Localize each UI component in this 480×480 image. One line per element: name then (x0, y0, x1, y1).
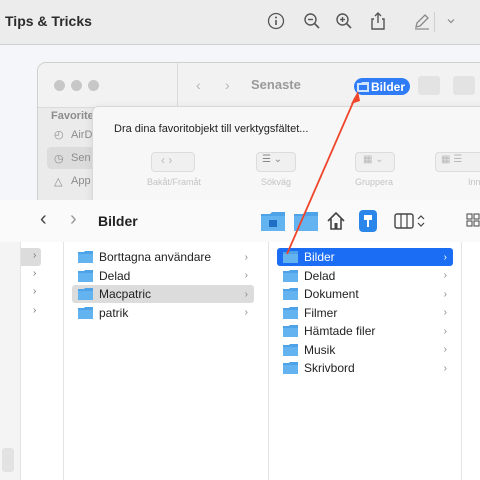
drag-arrow (286, 91, 360, 255)
